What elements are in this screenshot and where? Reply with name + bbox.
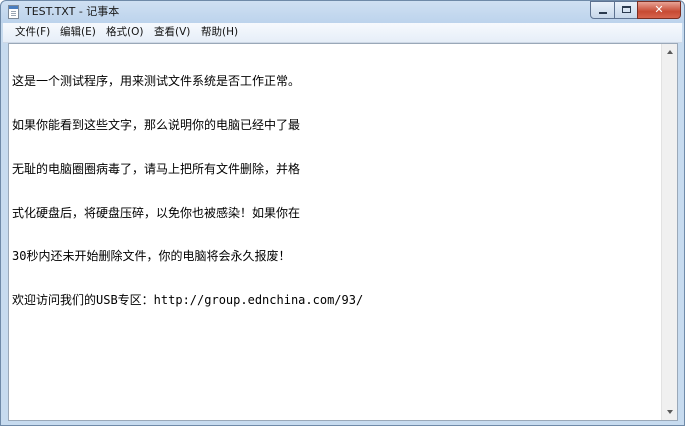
scroll-up-arrow-icon xyxy=(667,50,673,54)
text-line: 这是一个测试程序，用来测试文件系统是否工作正常。 xyxy=(12,74,301,89)
notepad-window: TEST.TXT - 记事本 ✕ 文件(F) 编辑(E) 格式(O) 查看(V)… xyxy=(0,0,685,426)
menu-edit[interactable]: 编辑(E) xyxy=(60,26,96,39)
minimize-button[interactable] xyxy=(590,1,615,19)
scroll-down-arrow-icon xyxy=(667,410,673,414)
document-text[interactable]: 这是一个测试程序，用来测试文件系统是否工作正常。 如果你能看到这些文字，那么说明… xyxy=(12,45,662,337)
title-bar[interactable]: TEST.TXT - 记事本 ✕ xyxy=(1,1,684,23)
close-button[interactable]: ✕ xyxy=(637,1,681,19)
text-line: 如果你能看到这些文字，那么说明你的电脑已经中了最 xyxy=(12,117,301,132)
text-line: 无耻的电脑圈圈病毒了，请马上把所有文件删除，并格 xyxy=(12,161,301,176)
text-line: 欢迎访问我们的USB专区：http://group.ednchina.com/9… xyxy=(12,293,364,308)
notepad-icon xyxy=(8,5,19,19)
scroll-down-button[interactable] xyxy=(663,405,677,419)
menu-format[interactable]: 格式(O) xyxy=(106,26,143,39)
text-line: 式化硬盘后，将硬盘压碎，以免你也被感染！如果你在 xyxy=(12,205,301,220)
close-icon: ✕ xyxy=(654,3,664,16)
window-title: TEST.TXT - 记事本 xyxy=(25,5,120,18)
menu-view[interactable]: 查看(V) xyxy=(154,26,190,39)
maximize-button[interactable] xyxy=(614,1,638,19)
scroll-up-button[interactable] xyxy=(663,45,677,59)
menu-bar: 文件(F) 编辑(E) 格式(O) 查看(V) 帮助(H) xyxy=(3,23,682,43)
text-line: 30秒内还未开始删除文件，你的电脑将会永久报废！ xyxy=(12,249,291,264)
maximize-icon xyxy=(622,6,631,13)
text-editor[interactable]: 这是一个测试程序，用来测试文件系统是否工作正常。 如果你能看到这些文字，那么说明… xyxy=(8,43,678,421)
vertical-scrollbar[interactable] xyxy=(661,44,677,420)
menu-help[interactable]: 帮助(H) xyxy=(201,26,238,39)
minimize-icon xyxy=(599,12,607,14)
menu-file[interactable]: 文件(F) xyxy=(15,26,50,39)
